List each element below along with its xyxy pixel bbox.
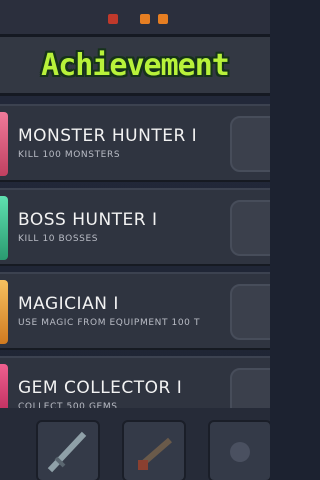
equipment-slot-gun[interactable] [122,420,186,480]
achievement-title: MONSTER HUNTER I [18,126,198,146]
background-scene [0,0,270,34]
title-bar: Achievement [0,34,270,96]
monster-icon [0,112,8,176]
sword-icon [47,431,87,473]
equipment-toolbar [0,408,270,480]
achievement-card-monster-hunter[interactable]: MONSTER HUNTER I KILL 100 MONSTERS [0,104,270,182]
boss-icon [0,196,8,260]
achievement-description: USE MAGIC FROM EQUIPMENT 100 T [18,318,201,328]
achievement-title: GEM COLLECTOR I [18,378,183,398]
equipment-slot-item[interactable] [208,420,270,480]
equipment-slot-sword[interactable] [36,420,100,480]
achievement-description: KILL 10 BOSSES [18,234,99,244]
claim-button[interactable] [230,200,270,256]
achievement-card-boss-hunter[interactable]: BOSS HUNTER I KILL 10 BOSSES [0,188,270,266]
achievement-card-magician[interactable]: MAGICIAN I USE MAGIC FROM EQUIPMENT 100 … [0,272,270,350]
gun-icon [138,437,172,470]
achievement-description: KILL 100 MONSTERS [18,150,121,160]
scene-decoration [158,14,168,24]
claim-button[interactable] [230,284,270,340]
achievement-title: MAGICIAN I [18,294,119,314]
achievement-title: BOSS HUNTER I [18,210,158,230]
scene-decoration [108,14,118,24]
page-title: Achievement [41,47,230,83]
magic-icon [0,280,8,344]
scene-decoration [140,14,150,24]
item-icon [230,442,250,462]
achievement-screen: Achievement MONSTER HUNTER I KILL 100 MO… [0,0,270,480]
claim-button[interactable] [230,116,270,172]
